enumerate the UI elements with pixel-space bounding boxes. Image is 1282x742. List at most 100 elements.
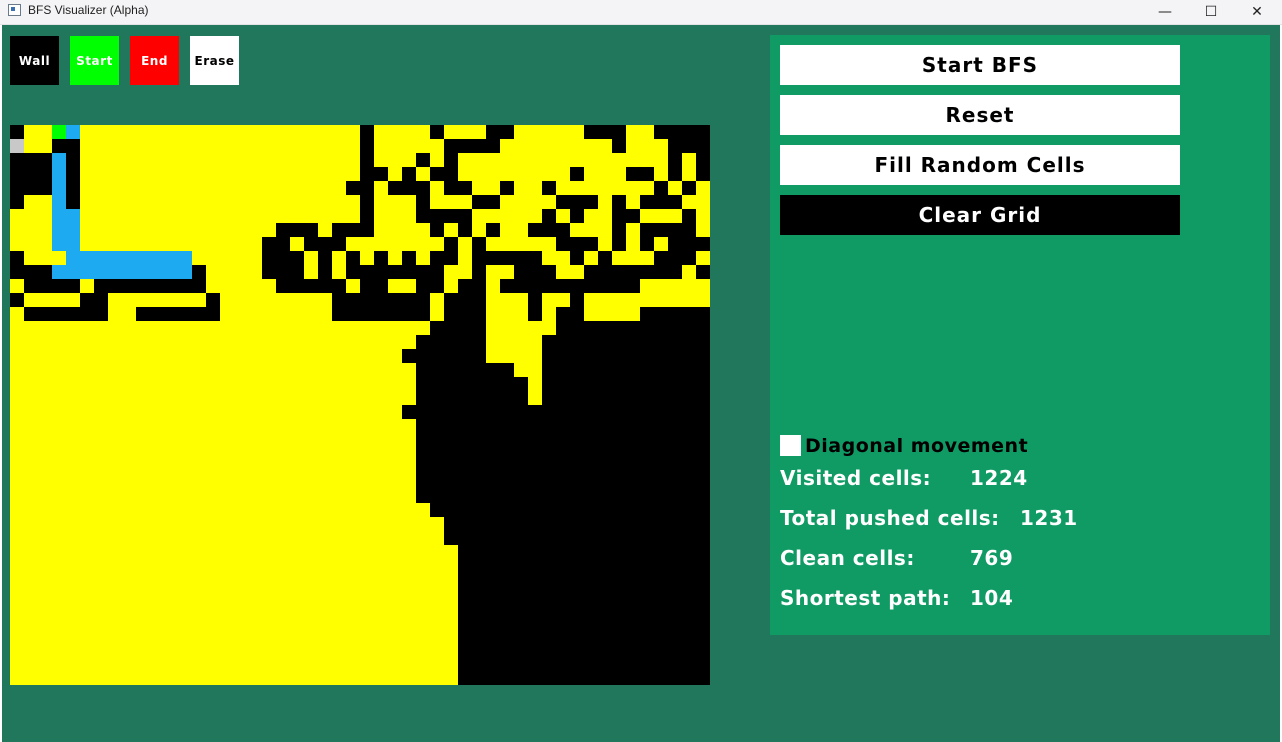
visited-cell[interactable] xyxy=(66,293,80,307)
visited-cell[interactable] xyxy=(360,251,374,265)
visited-cell[interactable] xyxy=(108,671,122,685)
visited-cell[interactable] xyxy=(262,405,276,419)
visited-cell[interactable] xyxy=(528,125,542,139)
wall-cell[interactable] xyxy=(444,391,458,405)
visited-cell[interactable] xyxy=(276,671,290,685)
wall-cell[interactable] xyxy=(430,349,444,363)
wall-cell[interactable] xyxy=(654,125,668,139)
visited-cell[interactable] xyxy=(52,349,66,363)
visited-cell[interactable] xyxy=(388,461,402,475)
wall-cell[interactable] xyxy=(444,461,458,475)
visited-cell[interactable] xyxy=(38,433,52,447)
visited-cell[interactable] xyxy=(584,251,598,265)
visited-cell[interactable] xyxy=(24,335,38,349)
visited-cell[interactable] xyxy=(374,321,388,335)
visited-cell[interactable] xyxy=(220,139,234,153)
wall-cell[interactable] xyxy=(612,125,626,139)
visited-cell[interactable] xyxy=(444,643,458,657)
wall-cell[interactable] xyxy=(668,587,682,601)
wall-cell[interactable] xyxy=(444,419,458,433)
wall-cell[interactable] xyxy=(430,461,444,475)
visited-cell[interactable] xyxy=(416,167,430,181)
visited-cell[interactable] xyxy=(108,629,122,643)
wall-cell[interactable] xyxy=(682,447,696,461)
visited-cell[interactable] xyxy=(38,461,52,475)
wall-cell[interactable] xyxy=(584,545,598,559)
visited-cell[interactable] xyxy=(94,167,108,181)
wall-cell[interactable] xyxy=(668,531,682,545)
visited-cell[interactable] xyxy=(150,419,164,433)
visited-cell[interactable] xyxy=(402,587,416,601)
visited-cell[interactable] xyxy=(360,601,374,615)
wall-cell[interactable] xyxy=(570,587,584,601)
visited-cell[interactable] xyxy=(80,545,94,559)
visited-cell[interactable] xyxy=(430,587,444,601)
visited-cell[interactable] xyxy=(234,419,248,433)
visited-cell[interactable] xyxy=(80,349,94,363)
wall-cell[interactable] xyxy=(472,489,486,503)
wall-cell[interactable] xyxy=(682,139,696,153)
visited-cell[interactable] xyxy=(360,643,374,657)
visited-cell[interactable] xyxy=(290,433,304,447)
visited-cell[interactable] xyxy=(416,587,430,601)
wall-cell[interactable] xyxy=(528,447,542,461)
wall-cell[interactable] xyxy=(514,265,528,279)
wall-cell[interactable] xyxy=(570,321,584,335)
wall-cell[interactable] xyxy=(374,167,388,181)
visited-cell[interactable] xyxy=(24,433,38,447)
visited-cell[interactable] xyxy=(556,265,570,279)
visited-cell[interactable] xyxy=(542,167,556,181)
wall-cell[interactable] xyxy=(444,503,458,517)
visited-cell[interactable] xyxy=(276,587,290,601)
wall-cell[interactable] xyxy=(66,139,80,153)
wall-cell[interactable] xyxy=(500,643,514,657)
wall-cell[interactable] xyxy=(626,489,640,503)
visited-cell[interactable] xyxy=(360,447,374,461)
wall-cell[interactable] xyxy=(584,489,598,503)
visited-cell[interactable] xyxy=(514,321,528,335)
wall-cell[interactable] xyxy=(430,433,444,447)
wall-cell[interactable] xyxy=(486,419,500,433)
wall-cell[interactable] xyxy=(598,545,612,559)
visited-cell[interactable] xyxy=(276,321,290,335)
visited-cell[interactable] xyxy=(164,601,178,615)
wall-cell[interactable] xyxy=(654,671,668,685)
visited-cell[interactable] xyxy=(94,405,108,419)
visited-cell[interactable] xyxy=(136,475,150,489)
visited-cell[interactable] xyxy=(192,475,206,489)
visited-cell[interactable] xyxy=(360,629,374,643)
visited-cell[interactable] xyxy=(122,307,136,321)
visited-cell[interactable] xyxy=(346,377,360,391)
visited-cell[interactable] xyxy=(220,223,234,237)
visited-cell[interactable] xyxy=(584,153,598,167)
wall-cell[interactable] xyxy=(682,629,696,643)
visited-cell[interactable] xyxy=(668,209,682,223)
wall-cell[interactable] xyxy=(696,125,710,139)
visited-cell[interactable] xyxy=(164,125,178,139)
wall-cell[interactable] xyxy=(430,279,444,293)
visited-cell[interactable] xyxy=(696,293,710,307)
visited-cell[interactable] xyxy=(332,391,346,405)
visited-cell[interactable] xyxy=(122,181,136,195)
visited-cell[interactable] xyxy=(80,517,94,531)
visited-cell[interactable] xyxy=(24,615,38,629)
visited-cell[interactable] xyxy=(220,573,234,587)
visited-cell[interactable] xyxy=(66,363,80,377)
visited-cell[interactable] xyxy=(262,503,276,517)
visited-cell[interactable] xyxy=(458,237,472,251)
fill-random-cells-button[interactable]: Fill Random Cells xyxy=(780,145,1180,185)
wall-cell[interactable] xyxy=(500,587,514,601)
wall-cell[interactable] xyxy=(262,251,276,265)
wall-cell[interactable] xyxy=(556,433,570,447)
visited-cell[interactable] xyxy=(248,517,262,531)
visited-cell[interactable] xyxy=(206,209,220,223)
visited-cell[interactable] xyxy=(192,251,206,265)
wall-cell[interactable] xyxy=(612,601,626,615)
wall-cell[interactable] xyxy=(696,517,710,531)
visited-cell[interactable] xyxy=(94,363,108,377)
visited-cell[interactable] xyxy=(122,167,136,181)
wall-cell[interactable] xyxy=(682,321,696,335)
visited-cell[interactable] xyxy=(290,545,304,559)
wall-cell[interactable] xyxy=(500,377,514,391)
path-cell[interactable] xyxy=(80,251,94,265)
